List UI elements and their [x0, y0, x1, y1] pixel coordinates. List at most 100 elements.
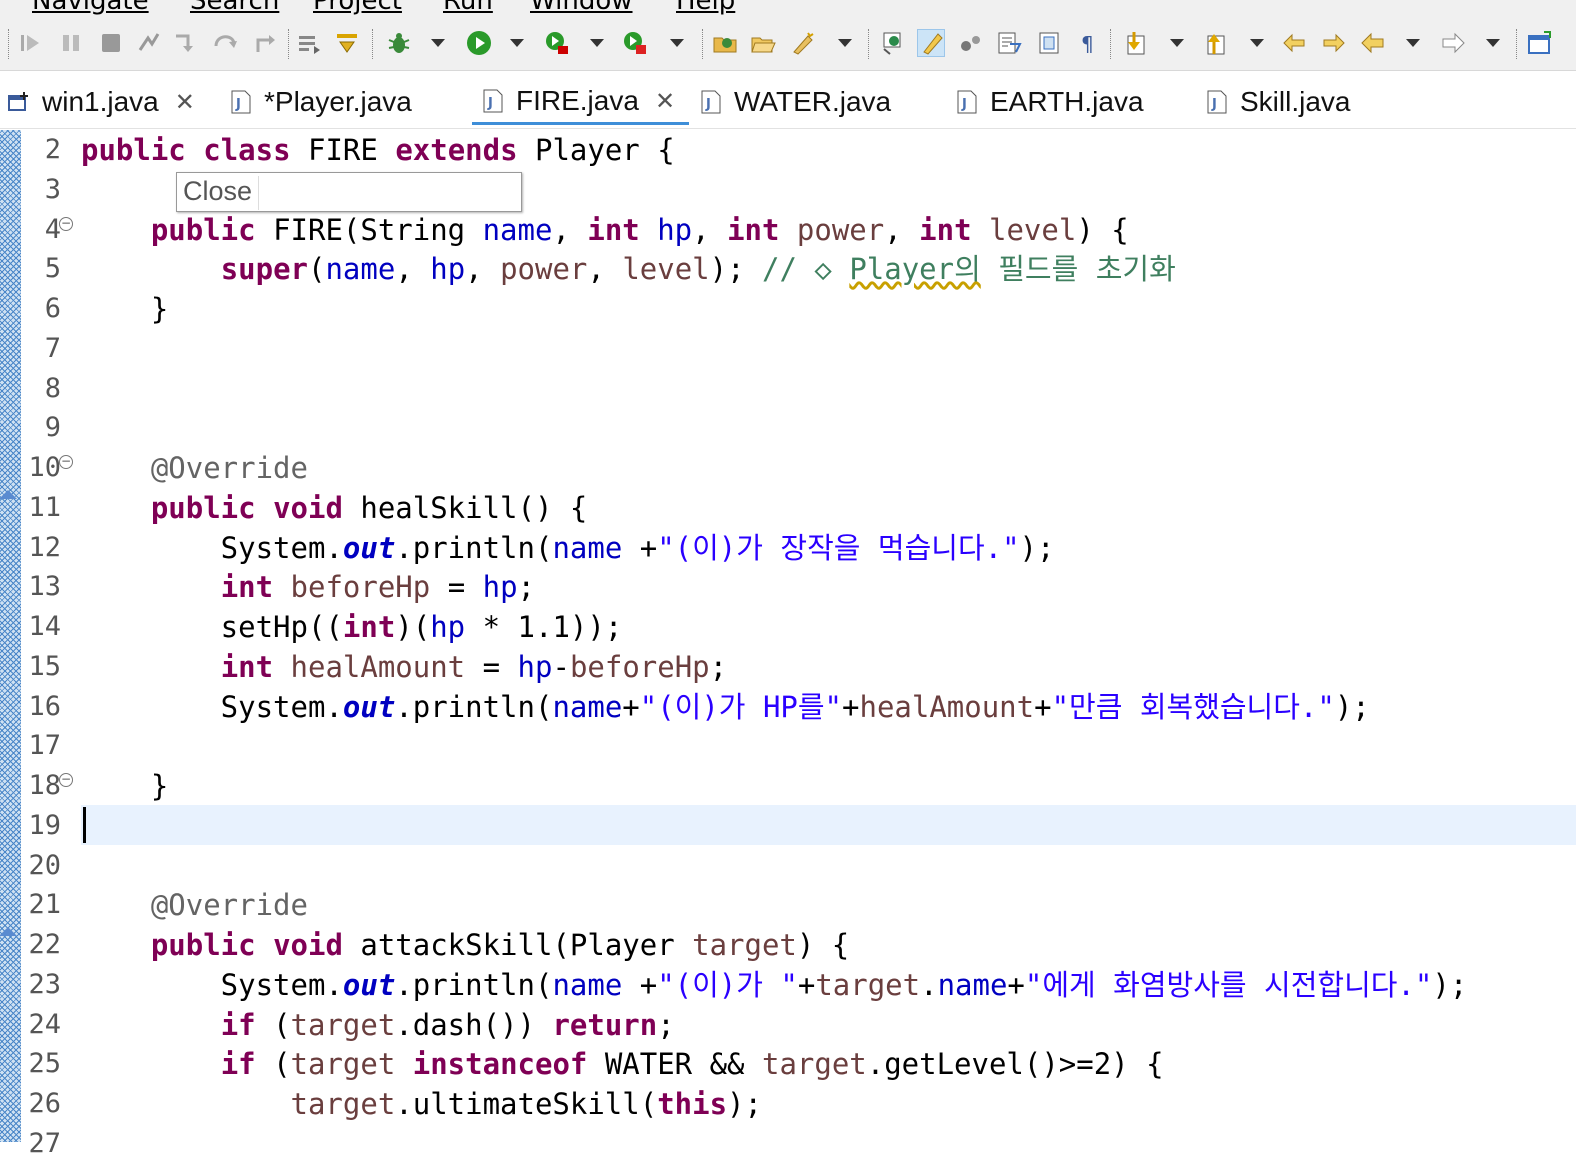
terminate-icon[interactable]: [98, 30, 124, 56]
previous-annotation-dropdown[interactable]: [1250, 39, 1264, 47]
toolbar-separator: [702, 29, 703, 59]
code-line[interactable]: super(name, hp, power, level); // ◇ Play…: [81, 249, 1176, 289]
suspend-icon[interactable]: [58, 30, 84, 56]
code-line[interactable]: int healAmount = hp-beforeHp;: [81, 647, 727, 687]
code-line[interactable]: System.out.println(name+"(이)가 HP를"+healA…: [81, 687, 1370, 727]
new-java-project-icon[interactable]: [712, 30, 738, 56]
back-dropdown[interactable]: [1406, 39, 1420, 47]
code-line[interactable]: @Override: [81, 885, 308, 925]
code-line[interactable]: setHp((int)(hp * 1.1));: [81, 607, 623, 647]
code-editor[interactable]: 2 3 4−5 6 7 8 9 10−11 12 13 14 15 16 17 18−19 20 21 22 23 2…: [0, 130, 1576, 1159]
toolbar-separator: [1110, 29, 1111, 59]
step-over-icon[interactable]: [212, 30, 238, 56]
resume-icon[interactable]: [18, 30, 44, 56]
line-number: 8: [44, 372, 61, 404]
code-line[interactable]: System.out.println(name +"(이)가 "+target.…: [81, 965, 1468, 1005]
line-number: 11: [28, 491, 61, 523]
override-marker-icon[interactable]: [0, 489, 17, 499]
code-line[interactable]: }: [81, 766, 168, 806]
menu-navigate[interactable]: Navigate: [32, 0, 149, 16]
coverage-dropdown[interactable]: [590, 39, 604, 47]
debug-icon[interactable]: [386, 30, 412, 56]
code-line[interactable]: public void healSkill() {: [81, 488, 588, 528]
step-into-icon[interactable]: [172, 30, 198, 56]
code-line[interactable]: @Override: [81, 448, 308, 488]
new-class-icon[interactable]: [790, 30, 816, 56]
open-folder-icon[interactable]: [750, 30, 776, 56]
line-number: 3: [44, 173, 61, 205]
tab-skill-java[interactable]: J Skill.java: [1206, 79, 1350, 125]
debug-dropdown[interactable]: [431, 39, 445, 47]
tab-water-java[interactable]: J WATER.java: [700, 79, 891, 125]
close-icon[interactable]: ✕: [175, 88, 195, 116]
pilcrow-icon[interactable]: ¶: [1076, 30, 1102, 56]
next-annotation-dropdown[interactable]: [1170, 39, 1184, 47]
line-number: 25: [28, 1048, 61, 1080]
open-perspective-icon[interactable]: [880, 30, 906, 56]
menu-window[interactable]: Window: [530, 0, 633, 16]
run-dropdown[interactable]: [510, 39, 524, 47]
line-number: 16: [28, 690, 61, 722]
code-area[interactable]: public class FIRE extends Player { publi…: [81, 130, 1576, 1142]
tab-earth-java[interactable]: J EARTH.java: [956, 79, 1144, 125]
block-selection-icon[interactable]: [996, 30, 1022, 56]
menu-help[interactable]: Help: [676, 0, 735, 16]
toggle-breadcrumb-icon[interactable]: [958, 30, 984, 56]
line-number: 17: [28, 730, 61, 762]
tab-label: EARTH.java: [990, 86, 1144, 117]
line-number: 15: [28, 650, 61, 682]
forward-icon[interactable]: [1440, 30, 1466, 56]
java-file-icon: J: [1207, 90, 1227, 114]
close-icon[interactable]: ✕: [655, 87, 675, 115]
new-class-dropdown[interactable]: [838, 39, 852, 47]
next-annotation-icon[interactable]: [1122, 30, 1148, 56]
line-number: 26: [28, 1088, 61, 1119]
toolbar-separator: [372, 29, 373, 59]
code-line[interactable]: int beforeHp = hp;: [81, 567, 535, 607]
code-line[interactable]: target.ultimateSkill(this);: [81, 1084, 762, 1124]
disconnect-icon[interactable]: [136, 30, 162, 56]
line-number: 18: [28, 770, 61, 801]
tab-win1-java[interactable]: win1.java ✕: [8, 79, 195, 125]
tab-fire-java[interactable]: J FIRE.java ✕: [472, 79, 690, 125]
code-line[interactable]: public void attackSkill(Player target) {: [81, 925, 849, 965]
forward-dropdown[interactable]: [1486, 39, 1500, 47]
close-tooltip: Close: [176, 172, 522, 212]
previous-annotation-icon[interactable]: [1202, 30, 1228, 56]
back-icon[interactable]: [1360, 30, 1386, 56]
step-return-icon[interactable]: [252, 30, 278, 56]
code-line[interactable]: System.out.println(name +"(이)가 장작을 먹습니다.…: [81, 528, 1055, 568]
java-file-icon: J: [483, 89, 503, 112]
menu-project[interactable]: Project: [313, 0, 402, 16]
tab-label: Skill.java: [1240, 86, 1351, 117]
show-whitespace-icon[interactable]: [1036, 30, 1062, 56]
tab-player-java[interactable]: J *Player.java: [230, 79, 412, 125]
mark-occurrences-icon[interactable]: [917, 29, 945, 57]
toolbar-separator: [868, 29, 869, 59]
code-line[interactable]: public FIRE(String name, int hp, int pow…: [81, 210, 1129, 250]
override-marker-icon[interactable]: [0, 927, 17, 936]
line-number: 7: [44, 332, 61, 364]
fold-collapse-icon[interactable]: −: [59, 216, 73, 231]
drop-to-frame-icon[interactable]: [334, 30, 360, 56]
last-edit-location-icon[interactable]: [1282, 30, 1308, 56]
svg-text:¶: ¶: [1081, 32, 1094, 56]
code-line[interactable]: if (target.dash()) return;: [81, 1005, 675, 1045]
code-line[interactable]: public class FIRE extends Player {: [81, 130, 675, 170]
use-step-filters-icon[interactable]: [296, 30, 322, 56]
last-edit-forward-icon[interactable]: [1320, 30, 1346, 56]
coverage-icon[interactable]: [544, 30, 570, 56]
overview-ruler[interactable]: [0, 130, 21, 1142]
code-line[interactable]: if (target instanceof WATER && target.ge…: [81, 1044, 1164, 1084]
line-number: 24: [28, 1008, 61, 1040]
run-external-tool-icon[interactable]: [622, 30, 648, 56]
editor-tab-bar: win1.java ✕ J *Player.java J FIRE.java ✕…: [0, 71, 1576, 129]
fold-collapse-icon[interactable]: −: [59, 455, 73, 469]
run-icon[interactable]: [466, 30, 492, 56]
code-line[interactable]: }: [81, 289, 168, 329]
menu-run[interactable]: Run: [443, 0, 493, 16]
fold-collapse-icon[interactable]: −: [59, 773, 73, 787]
new-window-icon[interactable]: [1526, 30, 1552, 56]
external-tool-dropdown[interactable]: [670, 39, 684, 47]
menu-search[interactable]: Search: [190, 0, 279, 16]
